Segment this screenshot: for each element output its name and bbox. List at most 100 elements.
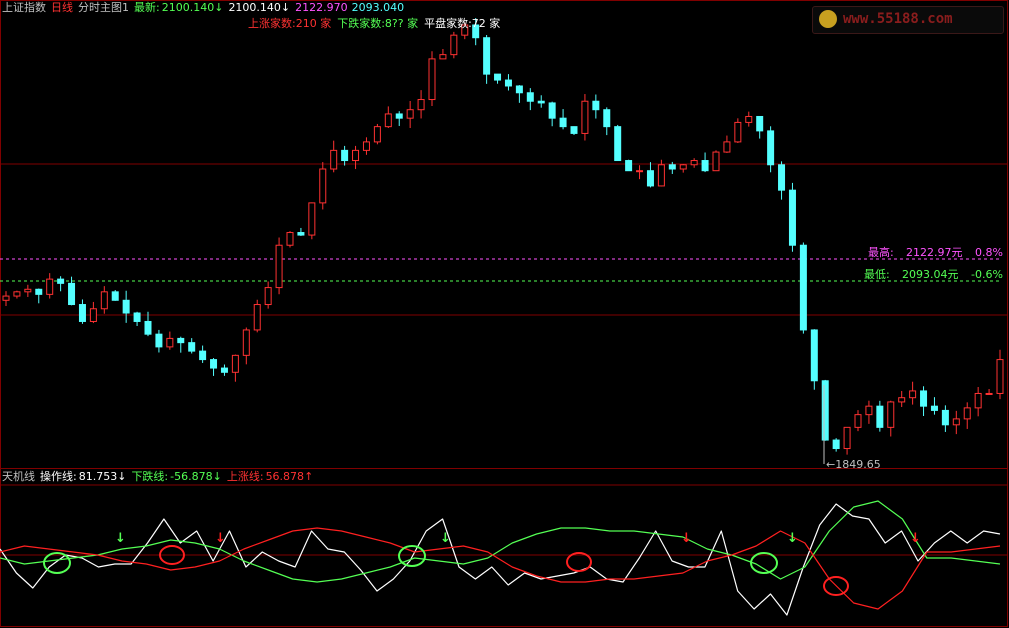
candle-body [603,109,611,128]
candle-body [865,405,873,416]
candle-body [690,160,698,166]
buy-arrow-icon: ↓ [440,531,451,546]
candle-body [199,350,207,361]
header-low: 2093.040 [351,1,405,14]
candle-body [13,291,21,297]
candle-body [275,244,283,289]
low-price: 2093.04元 [902,268,959,281]
candle-body [231,354,239,373]
candle-body [996,359,1004,394]
candle-body [756,115,764,132]
buy-arrow-icon: ↓ [115,531,126,546]
candle-body [515,85,523,94]
period-label[interactable]: 日线 [51,1,73,14]
index-name[interactable]: 上证指数 [2,1,46,14]
candle-body [439,54,447,60]
candle-body [625,160,633,172]
candle-body [352,149,360,162]
candle-body [559,117,567,128]
fall-value: -56.878 [170,470,213,483]
candle-body [614,126,622,162]
rise-value: 56.878 [265,470,305,483]
candle-body [821,380,829,441]
watermark: www.55188.com [812,6,1004,34]
latest-value-2: 2100.140↓ [228,1,291,14]
candle-body [963,407,971,420]
candle-body [504,79,512,87]
candle-body [308,202,316,236]
candle-body [734,121,742,143]
candle-body [657,164,665,187]
candle-body [832,439,840,450]
candle-body [799,244,807,331]
candle-body [483,37,491,75]
latest-label: 最新: [134,1,160,14]
high-label: 最高: [868,245,894,259]
candle-body [362,141,370,151]
sell-signal-circle [566,552,592,572]
candle-body [373,126,381,143]
low-label: 最低: [864,268,890,281]
watermark-text: www.55188.com [843,11,953,27]
candle-body [89,308,97,322]
latest-arrow: ↓ [214,1,224,14]
rise-arrow: ↑ [304,470,314,483]
logo-icon [819,10,837,28]
latest-value: 2100.140 [161,1,215,14]
candle-body [286,232,294,246]
main-panel-border [0,0,1008,469]
candle-body [646,170,654,187]
candle-body [428,58,436,101]
candle-body [526,92,534,102]
candle-body [636,170,644,173]
candle-body [24,288,32,293]
candle-body [395,113,403,119]
candle-body [537,100,545,104]
chart-mode[interactable]: 分时主图1 [78,1,129,14]
candle-body [319,168,327,204]
chart-canvas[interactable]: 最高: 2122.97元 0.8% 最低: 2093.04元 -0.6% ←18… [0,0,1009,628]
candle-body [133,312,141,322]
candle-body [177,337,185,344]
candle-body [384,113,392,128]
candle-body [111,291,119,301]
rise-count: 上涨家数:210 家 [248,17,332,30]
candle-body [264,287,272,306]
candle-body [68,282,76,306]
sell-arrow-icon: ↓ [215,531,226,546]
buy-signal-circle [43,552,71,574]
op-arrow: ↓ [117,470,127,483]
fall-arrow: ↓ [212,470,222,483]
rise-label: 上涨线: [226,470,264,483]
candle-body [210,359,218,369]
candle-body [788,189,796,246]
candle-body [909,390,917,399]
candle-body [810,329,818,382]
candle-body [712,151,720,172]
candle-body [920,390,928,407]
candle-body [854,414,862,428]
candle-body [570,126,578,134]
candle-body [745,115,753,123]
candle-body [952,418,960,426]
candle-body [220,367,228,373]
candle-body [887,401,895,428]
candle-body [100,291,108,310]
high-pct: 0.8% [975,246,1003,259]
candle-body [876,405,884,428]
candle-body [155,333,163,348]
fall-line [0,500,1001,583]
candle-body [341,149,349,162]
candle-body [122,299,130,314]
candle-body [330,149,338,170]
candle-body [843,426,851,450]
candle-body [548,102,556,119]
candle-body [242,329,250,356]
candle-body [679,164,687,170]
indicator-name[interactable]: 天机线 [2,470,35,483]
fall-label: 下跌线: [131,470,169,483]
candle-body [144,320,152,335]
candle-body [417,99,425,111]
candle-body [701,160,709,172]
sell-arrow-icon: ↓ [681,531,692,546]
